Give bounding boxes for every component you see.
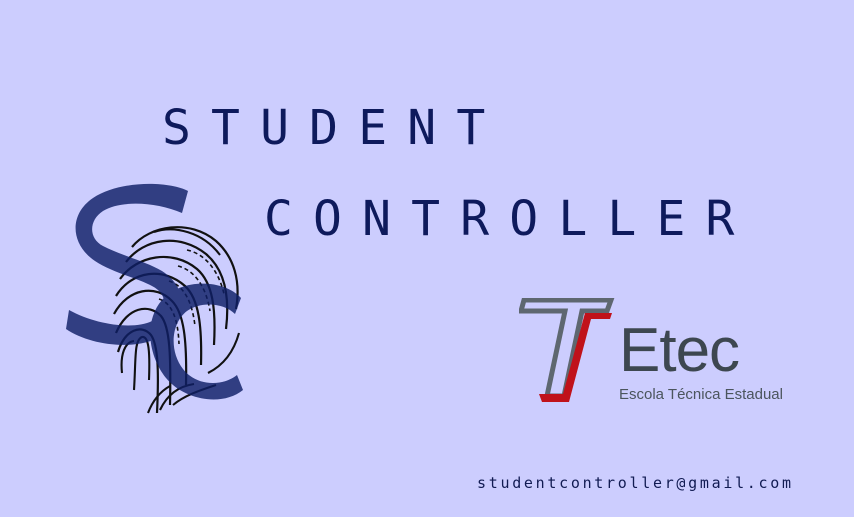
sc-fingerprint-logo-icon: [66, 183, 243, 414]
etec-name: Etec: [619, 316, 740, 385]
title-controller: Controller: [264, 191, 755, 247]
etec-subtitle: Escola Técnica Estadual: [619, 386, 783, 403]
title-student: Student: [162, 100, 506, 156]
splash-screen: Student Controller: [0, 0, 854, 517]
student-controller-logo: [58, 175, 258, 425]
etec-logo: Etec Escola Técnica Estadual: [519, 298, 789, 408]
contact-email[interactable]: studentcontroller@gmail.com: [477, 476, 794, 491]
